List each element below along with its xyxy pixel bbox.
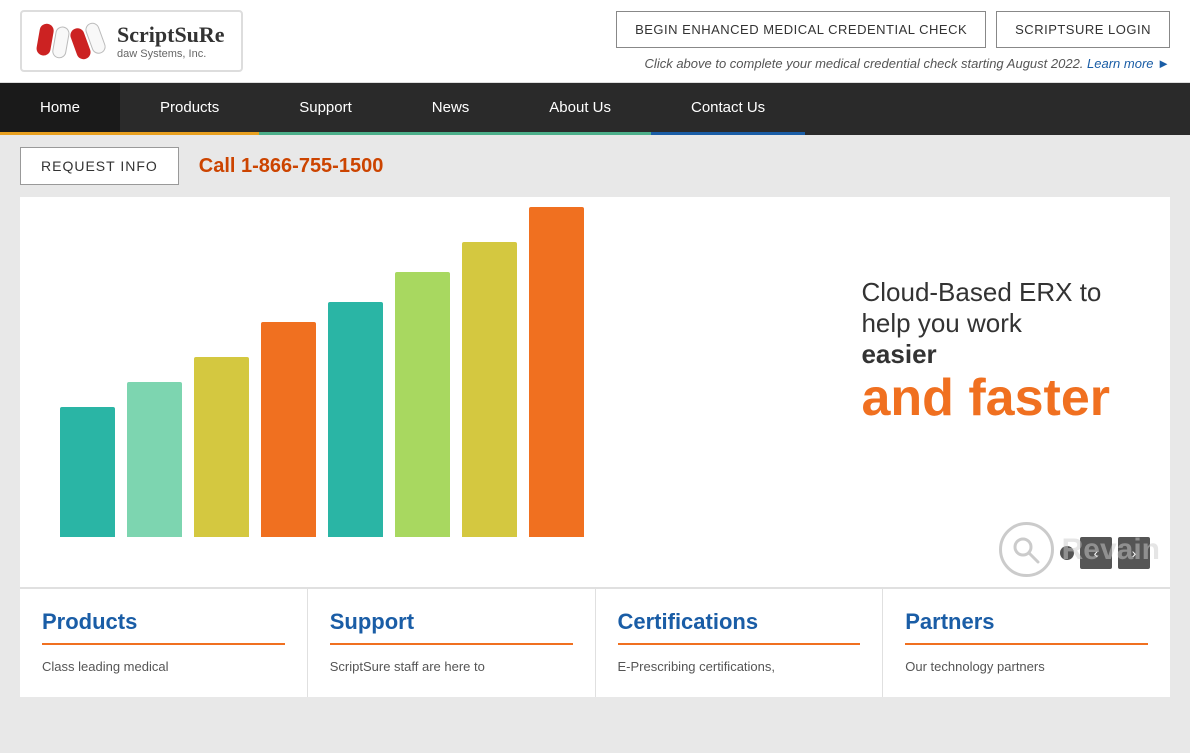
chart-bar-4: [261, 322, 316, 537]
hero-banner: Cloud-Based ERX to help you work easier …: [20, 197, 1170, 587]
chart-bar-6: [395, 272, 450, 537]
hero-text: Cloud-Based ERX to help you work easier …: [861, 277, 1110, 427]
chart-bar-3: [194, 357, 249, 537]
logo-brand: ScriptSuRe: [117, 22, 225, 48]
card-support-divider: [330, 643, 573, 645]
hero-line4: and faster: [861, 370, 1110, 427]
card-partners-text: Our technology partners: [905, 657, 1148, 677]
chart-area: [20, 197, 680, 577]
logo-sub: daw Systems, Inc.: [117, 48, 225, 60]
card-certifications-title: Certifications: [618, 609, 861, 635]
nav-item-products[interactable]: Products: [120, 83, 259, 135]
card-partners: Partners Our technology partners: [883, 589, 1170, 697]
main-nav: Home Products Support News About Us Cont…: [0, 83, 1190, 135]
chart-bar-5: [328, 302, 383, 537]
login-button[interactable]: SCRIPTSURE LOGIN: [996, 11, 1170, 48]
nav-item-contactus[interactable]: Contact Us: [651, 83, 805, 135]
header: ScriptSuRe daw Systems, Inc. BEGIN ENHAN…: [0, 0, 1190, 83]
credential-button[interactable]: BEGIN ENHANCED MEDICAL CREDENTIAL CHECK: [616, 11, 986, 48]
nav-item-support[interactable]: Support: [259, 83, 392, 135]
bottom-cards: Products Class leading medical Support S…: [20, 587, 1170, 697]
header-subtext: Click above to complete your medical cre…: [645, 56, 1170, 71]
action-bar: REQUEST INFO Call 1-866-755-1500: [0, 135, 1190, 197]
card-products-title: Products: [42, 609, 285, 635]
learn-more-link[interactable]: Learn more ►: [1087, 56, 1170, 71]
logo: ScriptSuRe daw Systems, Inc.: [20, 10, 243, 72]
chart-bar-1: [60, 407, 115, 537]
revain-text: Revain: [1062, 533, 1160, 567]
chart-bar-7: [462, 242, 517, 537]
revain-watermark: Revain: [999, 522, 1160, 577]
chart-bar-2: [127, 382, 182, 537]
card-support-title: Support: [330, 609, 573, 635]
phone-number: Call 1-866-755-1500: [199, 155, 384, 178]
revain-icon: [999, 522, 1054, 577]
revain-search-icon: [1011, 535, 1041, 565]
card-products-divider: [42, 643, 285, 645]
nav-item-aboutus[interactable]: About Us: [509, 83, 651, 135]
card-certifications-divider: [618, 643, 861, 645]
header-right: BEGIN ENHANCED MEDICAL CREDENTIAL CHECK …: [616, 11, 1170, 71]
card-products-text: Class leading medical: [42, 657, 285, 677]
hero-line3: easier: [861, 339, 936, 369]
nav-item-news[interactable]: News: [392, 83, 510, 135]
request-info-button[interactable]: REQUEST INFO: [20, 147, 179, 185]
hero-line1: Cloud-Based ERX to: [861, 277, 1110, 308]
nav-item-home[interactable]: Home: [0, 83, 120, 135]
hero-line2: help you work: [861, 308, 1110, 339]
card-partners-divider: [905, 643, 1148, 645]
card-products: Products Class leading medical: [20, 589, 308, 697]
chart-bar-8: [529, 207, 584, 537]
card-certifications: Certifications E-Prescribing certificati…: [596, 589, 884, 697]
card-partners-title: Partners: [905, 609, 1148, 635]
card-support: Support ScriptSure staff are here to: [308, 589, 596, 697]
header-buttons: BEGIN ENHANCED MEDICAL CREDENTIAL CHECK …: [616, 11, 1170, 48]
card-support-text: ScriptSure staff are here to: [330, 657, 573, 677]
card-certifications-text: E-Prescribing certifications,: [618, 657, 861, 677]
logo-pills: [38, 25, 103, 57]
